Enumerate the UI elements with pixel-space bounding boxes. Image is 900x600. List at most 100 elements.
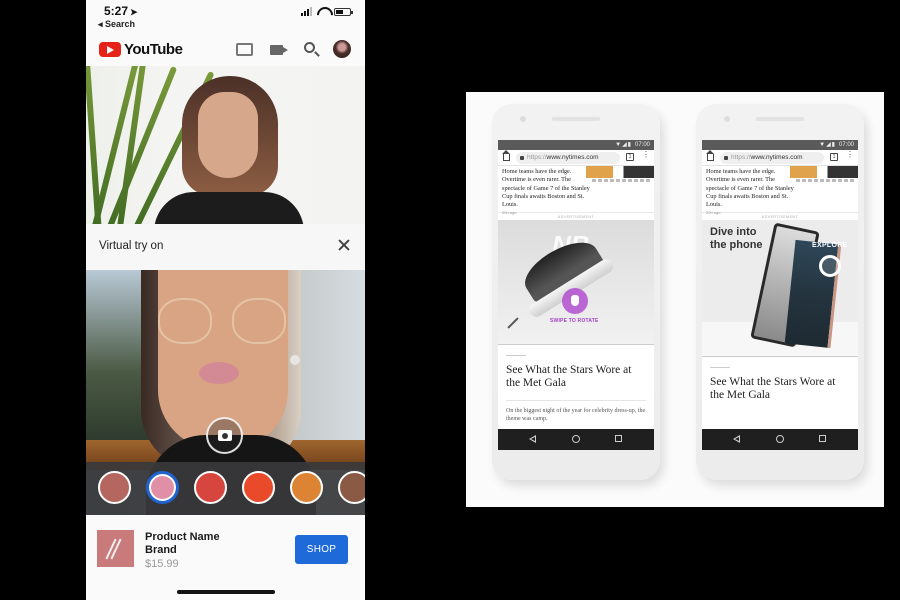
back-to-search-link[interactable]: ◂ Search — [98, 19, 135, 30]
video-presenter — [154, 74, 304, 224]
nav-recents-icon[interactable] — [615, 435, 622, 442]
youtube-play-icon — [99, 42, 121, 57]
video-camera-icon[interactable] — [270, 45, 288, 55]
lip-preview — [199, 362, 239, 384]
article-age: 20h ago — [706, 210, 721, 216]
url-host: www.nytimes.com — [750, 154, 803, 161]
shade-swatch-bronze[interactable] — [338, 471, 365, 504]
lock-icon — [724, 156, 728, 160]
shade-swatch-amber[interactable] — [290, 471, 323, 504]
article-age: 20h ago — [502, 210, 517, 216]
virtual-try-on-title: Virtual try on — [99, 240, 164, 252]
cast-icon[interactable] — [236, 43, 253, 56]
article-headline[interactable]: See What the Stars Wore at the Met Gala — [506, 364, 646, 390]
home-indicator[interactable] — [177, 590, 275, 594]
nav-home-icon[interactable] — [572, 435, 580, 443]
close-icon[interactable] — [337, 238, 351, 252]
android-status-time: 07:00 — [634, 142, 650, 148]
url-host: www.nytimes.com — [546, 154, 599, 161]
product-name: Product Name — [145, 531, 220, 543]
url-scheme: https:// — [731, 154, 751, 161]
android-screen: ▼◢▮ 07:00 https://www.nytimes.com 1 ⋮ Hom… — [498, 140, 654, 450]
youtube-wordmark: YouTube — [124, 41, 183, 58]
article-teaser[interactable]: Home teams have the edge. Overtime is ev… — [498, 166, 654, 215]
android-status-bar: ▼◢▮ 07:00 — [498, 140, 654, 150]
account-avatar[interactable] — [333, 40, 351, 58]
iphone-youtube-screen: 5:27 ➤ ◂ Search YouTube Virtual try on P… — [86, 0, 365, 600]
product-price: $15.99 — [145, 558, 179, 570]
product-thumbnail[interactable] — [97, 530, 134, 567]
android-screen: ▼◢▮ 07:00 https://www.nytimes.com 1 ⋮ Hom… — [702, 140, 858, 450]
android-status-time: 07:00 — [838, 142, 854, 148]
browser-toolbar: https://www.nytimes.com 1 ⋮ — [702, 150, 858, 166]
virtual-try-on-header: Virtual try on — [86, 224, 365, 270]
nav-recents-icon[interactable] — [819, 435, 826, 442]
youtube-logo[interactable]: YouTube — [99, 41, 183, 58]
status-icons: ▼◢▮ — [819, 142, 836, 148]
article-snippet: Home teams have the edge. Overtime is ev… — [706, 168, 794, 209]
shade-swatch-tray — [86, 462, 365, 515]
try-on-camera-view — [86, 270, 365, 515]
android-phone-pixel-ad: ▼◢▮ 07:00 https://www.nytimes.com 1 ⋮ Hom… — [696, 104, 864, 480]
home-icon[interactable] — [502, 150, 510, 161]
android-ads-showcase: ▼◢▮ 07:00 https://www.nytimes.com 1 ⋮ Hom… — [466, 92, 884, 507]
android-phone-shoe-ad: ▼◢▮ 07:00 https://www.nytimes.com 1 ⋮ Hom… — [492, 104, 660, 480]
article-headline[interactable]: See What the Stars Wore at the Met Gala — [710, 376, 850, 402]
tab-switcher-icon[interactable]: 1 — [626, 153, 634, 161]
search-icon[interactable] — [304, 42, 315, 53]
home-icon[interactable] — [706, 150, 714, 161]
capture-photo-button[interactable] — [206, 417, 243, 454]
product-card: Product Name Brand $15.99 SHOP — [86, 515, 365, 600]
nav-home-icon[interactable] — [776, 435, 784, 443]
speaker-grille — [756, 117, 804, 121]
article-teaser[interactable]: Home teams have the edge. Overtime is ev… — [702, 166, 858, 215]
url-scheme: https:// — [527, 154, 547, 161]
product-brand: Brand — [145, 544, 177, 556]
android-nav-bar — [498, 429, 654, 450]
lock-icon — [520, 156, 524, 160]
android-nav-bar — [702, 429, 858, 450]
explore-button[interactable] — [819, 255, 841, 277]
shoe-3d-ad[interactable]: NB SWIPE TO ROTATE — [498, 220, 654, 344]
url-bar[interactable]: https://www.nytimes.com — [516, 152, 620, 164]
wifi-icon — [317, 7, 329, 16]
tab-switcher-icon[interactable]: 1 — [830, 153, 838, 161]
hand-pointer-icon — [571, 295, 579, 306]
front-camera — [724, 116, 730, 122]
speaker-grille — [552, 117, 600, 121]
headline-section[interactable]: See What the Stars Wore at the Met Gala … — [498, 344, 654, 423]
ios-status-bar: 5:27 ➤ ◂ Search — [86, 0, 365, 32]
status-time-text: 5:27 — [104, 4, 129, 18]
shade-swatch-mauve-rose[interactable] — [98, 471, 131, 504]
swipe-gesture-indicator — [562, 288, 588, 314]
cellular-signal-icon — [301, 7, 312, 16]
battery-icon — [334, 7, 353, 16]
expand-arrows-icon[interactable] — [507, 317, 519, 329]
composite-stage: 5:27 ➤ ◂ Search YouTube Virtual try on P… — [0, 0, 900, 600]
status-time: 5:27 ➤ — [104, 4, 138, 18]
shade-swatch-pink[interactable] — [146, 471, 179, 504]
location-arrow-icon: ➤ — [130, 7, 138, 17]
youtube-header: YouTube — [86, 32, 365, 66]
camera-icon — [218, 430, 232, 441]
nav-back-icon[interactable] — [733, 435, 740, 443]
shade-swatch-coral-red[interactable] — [194, 471, 227, 504]
pixel-phone-ad[interactable]: Dive into the phone EXPLORE — [702, 220, 858, 356]
explore-label: EXPLORE — [812, 242, 848, 249]
article-thumbnail — [790, 166, 858, 178]
shade-swatch-orange-red[interactable] — [242, 471, 275, 504]
article-snippet: Home teams have the edge. Overtime is ev… — [502, 168, 590, 209]
shop-button[interactable]: SHOP — [295, 535, 348, 564]
overflow-menu-icon[interactable]: ⋮ — [846, 151, 854, 163]
status-indicators — [301, 7, 353, 16]
headline-section[interactable]: See What the Stars Wore at the Met Gala — [702, 356, 858, 402]
swipe-to-rotate-label: SWIPE TO ROTATE — [550, 318, 599, 324]
ad-title: Dive into the phone — [710, 226, 763, 251]
video-player[interactable] — [86, 66, 365, 224]
android-status-bar: ▼◢▮ 07:00 — [702, 140, 858, 150]
overflow-menu-icon[interactable]: ⋮ — [642, 151, 650, 163]
url-bar[interactable]: https://www.nytimes.com — [720, 152, 824, 164]
article-thumbnail — [586, 166, 654, 178]
nav-back-icon[interactable] — [529, 435, 536, 443]
video-plant-background — [86, 66, 215, 224]
